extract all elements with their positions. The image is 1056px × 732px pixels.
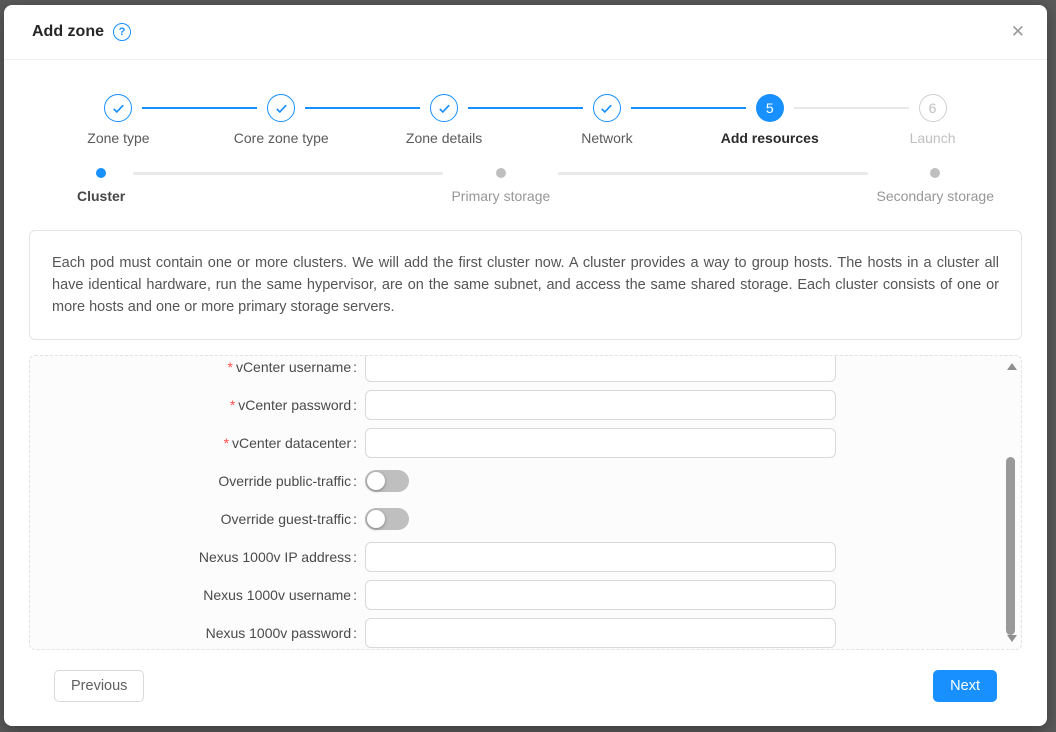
required-mark: * <box>224 435 229 451</box>
previous-button[interactable]: Previous <box>54 670 144 702</box>
form-row-vcenter-username: *vCenter username: <box>30 355 1021 382</box>
cluster-info-text: Each pod must contain one or more cluste… <box>52 255 999 315</box>
cluster-info-card: Each pod must contain one or more cluste… <box>29 230 1022 340</box>
wizard-steps: Zone type Core zone type Zone details Ne… <box>37 94 1014 146</box>
wizard-footer: Previous Next <box>29 650 1022 702</box>
step-check-circle <box>104 94 132 122</box>
step-zone-type: Zone type <box>37 94 200 146</box>
field-label: Override public-traffic: <box>30 473 357 489</box>
step-label: Launch <box>851 130 1014 146</box>
vcenter-password-input[interactable] <box>365 390 836 420</box>
step-label: Add resources <box>688 130 851 146</box>
add-zone-modal: Add zone ? ✕ Zone type Core zone type <box>4 5 1047 726</box>
toggle-knob <box>367 510 385 528</box>
toggle-knob <box>367 472 385 490</box>
substep-dot <box>96 168 106 178</box>
substep-connector <box>558 172 868 175</box>
check-icon <box>111 101 126 116</box>
field-label: Nexus 1000v password: <box>30 625 357 641</box>
form-row-override-public-traffic: Override public-traffic: <box>30 466 1021 496</box>
close-icon[interactable]: ✕ <box>1011 23 1025 40</box>
step-add-resources: 5 Add resources <box>688 94 851 146</box>
modal-body: Zone type Core zone type Zone details Ne… <box>4 94 1047 702</box>
nexus-password-input[interactable] <box>365 618 836 648</box>
substep-cluster: Cluster <box>77 168 125 204</box>
help-question-circle-icon[interactable]: ? <box>113 23 131 41</box>
step-network: Network <box>525 94 688 146</box>
form-row-vcenter-password: *vCenter password: <box>30 390 1021 420</box>
step-launch: 6 Launch <box>851 94 1014 146</box>
nexus-ip-address-input[interactable] <box>365 542 836 572</box>
scrollbar-down-arrow-icon[interactable] <box>1007 635 1017 642</box>
field-label: *vCenter password: <box>30 397 357 413</box>
step-number-circle: 6 <box>919 94 947 122</box>
cluster-form: *vCenter username: *vCenter password: <box>30 355 1021 648</box>
substep-primary-storage: Primary storage <box>451 168 550 204</box>
field-label: Nexus 1000v IP address: <box>30 549 357 565</box>
step-check-circle <box>267 94 295 122</box>
next-button[interactable]: Next <box>933 670 997 702</box>
check-icon <box>437 101 452 116</box>
resource-substeps: Cluster Primary storage Secondary storag… <box>29 168 1022 204</box>
substep-label: Cluster <box>77 188 125 204</box>
form-row-nexus-ip: Nexus 1000v IP address: <box>30 542 1021 572</box>
step-number-circle: 5 <box>756 94 784 122</box>
nexus-username-input[interactable] <box>365 580 836 610</box>
step-label: Network <box>525 130 688 146</box>
step-core-zone-type: Core zone type <box>200 94 363 146</box>
form-row-nexus-password: Nexus 1000v password: <box>30 618 1021 648</box>
step-label: Zone type <box>37 130 200 146</box>
form-row-nexus-username: Nexus 1000v username: <box>30 580 1021 610</box>
vcenter-datacenter-input[interactable] <box>365 428 836 458</box>
form-scrollbar <box>1004 359 1018 646</box>
override-public-traffic-toggle[interactable] <box>365 470 409 492</box>
substep-label: Primary storage <box>451 188 550 204</box>
substep-dot <box>496 168 506 178</box>
page-title: Add zone <box>32 23 104 41</box>
step-zone-details: Zone details <box>363 94 526 146</box>
scrollbar-thumb[interactable] <box>1006 457 1015 635</box>
step-label: Zone details <box>363 130 526 146</box>
field-label: Nexus 1000v username: <box>30 587 357 603</box>
substep-secondary-storage: Secondary storage <box>876 168 994 204</box>
cluster-form-scroll-area: *vCenter username: *vCenter password: <box>29 355 1022 650</box>
field-label: *vCenter datacenter: <box>30 435 357 451</box>
required-mark: * <box>227 359 232 375</box>
substep-label: Secondary storage <box>876 188 994 204</box>
step-label: Core zone type <box>200 130 363 146</box>
override-guest-traffic-toggle[interactable] <box>365 508 409 530</box>
check-icon <box>274 101 289 116</box>
field-label: *vCenter username: <box>30 359 357 375</box>
substep-dot <box>930 168 940 178</box>
substep-connector <box>133 172 443 175</box>
check-icon <box>599 101 614 116</box>
field-label: Override guest-traffic: <box>30 511 357 527</box>
scrollbar-up-arrow-icon[interactable] <box>1007 363 1017 370</box>
required-mark: * <box>230 397 235 413</box>
form-row-override-guest-traffic: Override guest-traffic: <box>30 504 1021 534</box>
vcenter-username-input[interactable] <box>365 355 836 382</box>
form-row-vcenter-datacenter: *vCenter datacenter: <box>30 428 1021 458</box>
modal-header: Add zone ? ✕ <box>4 5 1047 60</box>
step-check-circle <box>430 94 458 122</box>
step-check-circle <box>593 94 621 122</box>
